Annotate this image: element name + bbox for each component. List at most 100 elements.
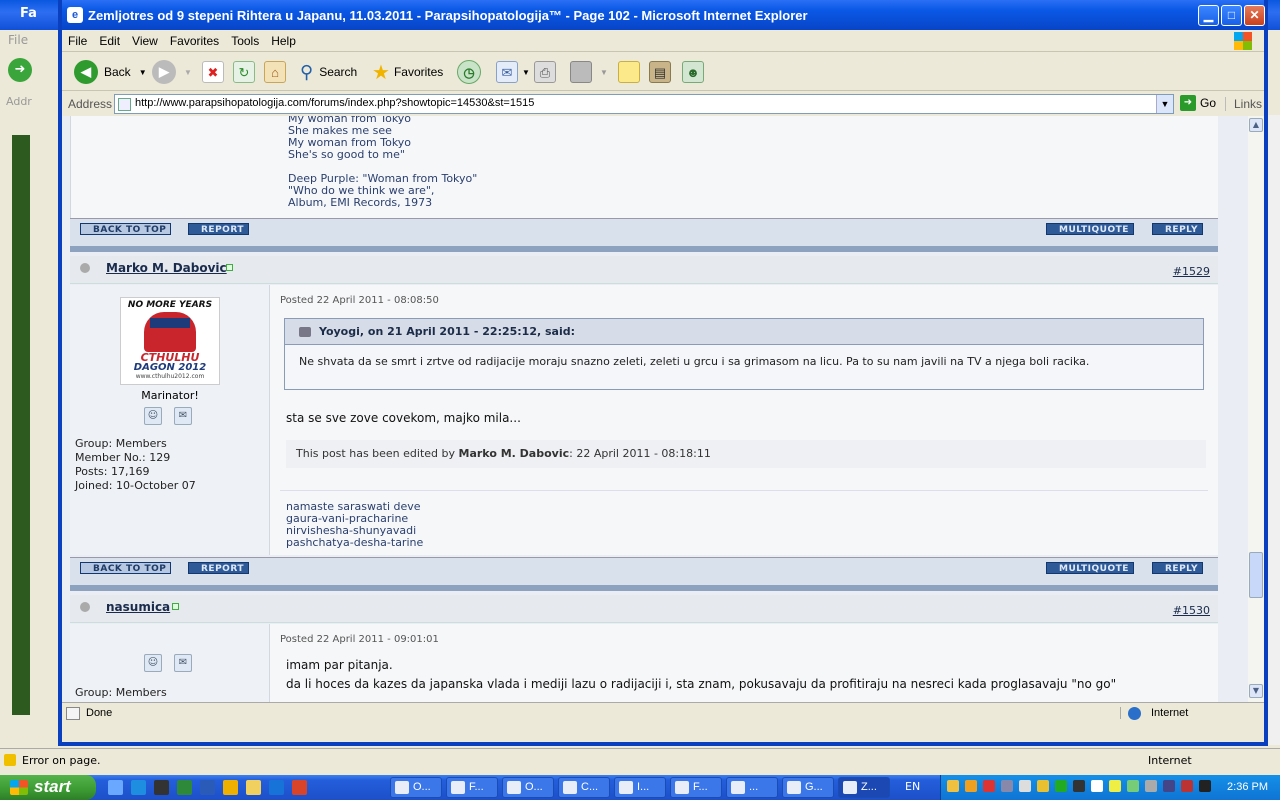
address-input[interactable]: http://www.parapsihopatologija.com/forum… xyxy=(114,94,1174,114)
post-number-link[interactable]: #1530 xyxy=(1173,604,1210,617)
tray-network-icon[interactable] xyxy=(1001,780,1013,792)
quicklaunch-desktop-icon[interactable] xyxy=(108,780,123,795)
edit-dropdown-icon[interactable]: ▼ xyxy=(600,68,608,77)
menu-favorites[interactable]: Favorites xyxy=(164,30,225,48)
tray-app-icon[interactable] xyxy=(1181,780,1193,792)
stop-button[interactable]: ✖ xyxy=(202,59,224,85)
tray-alert-icon[interactable] xyxy=(983,780,995,792)
links-button[interactable]: Links xyxy=(1225,97,1262,111)
tray-device-icon[interactable] xyxy=(1019,780,1031,792)
reply-button[interactable]: REPLY xyxy=(1152,223,1204,235)
go-button[interactable]: ➜ Go xyxy=(1180,95,1216,111)
maximize-button[interactable]: □ xyxy=(1221,5,1242,26)
multiquote-button[interactable]: MULTIQUOTE xyxy=(1046,562,1134,574)
menu-tools[interactable]: Tools xyxy=(225,30,265,48)
tray-antivirus-icon[interactable] xyxy=(1199,780,1211,792)
discuss-button[interactable] xyxy=(618,59,640,85)
home-button[interactable]: ⌂ xyxy=(264,59,286,85)
system-tray: EN 2:36 PM xyxy=(905,775,1280,800)
back-dropdown-icon[interactable]: ▼ xyxy=(139,68,147,77)
quicklaunch-folder-icon[interactable] xyxy=(246,780,261,795)
task-button-active[interactable]: Z... xyxy=(838,777,890,798)
menu-help[interactable]: Help xyxy=(265,30,302,48)
background-menu[interactable]: File xyxy=(0,30,60,50)
close-button[interactable]: ✕ xyxy=(1244,5,1265,26)
tray-monitor-icon[interactable] xyxy=(1163,780,1175,792)
back-button[interactable]: ◀ Back ▼ xyxy=(74,59,147,85)
post-number-link[interactable]: #1529 xyxy=(1173,265,1210,278)
edit-author: Marko M. Dabovic xyxy=(458,447,570,460)
favorites-button[interactable]: ★ Favorites xyxy=(372,59,443,85)
post-line: imam par pitanja. xyxy=(286,658,393,672)
quicklaunch-ie-icon[interactable] xyxy=(131,780,146,795)
task-button[interactable]: I... xyxy=(614,777,666,798)
post-author-link[interactable]: Marko M. Dabovic xyxy=(106,261,227,275)
message-icon[interactable]: ✉ xyxy=(174,407,192,425)
task-button[interactable]: O... xyxy=(390,777,442,798)
menu-view[interactable]: View xyxy=(126,30,164,48)
scroll-up-icon[interactable]: ▲ xyxy=(1249,118,1263,132)
quicklaunch-excel-icon[interactable] xyxy=(177,780,192,795)
tray-volume-icon[interactable] xyxy=(1145,780,1157,792)
minimize-button[interactable]: ▁ xyxy=(1198,5,1219,26)
add-contact-icon[interactable]: ☺ xyxy=(144,654,162,672)
address-dropdown-icon[interactable]: ▼ xyxy=(1156,95,1173,113)
report-button[interactable]: REPORT xyxy=(188,562,249,574)
tray-battery-icon[interactable] xyxy=(1127,780,1139,792)
tray-info-icon[interactable] xyxy=(1091,780,1103,792)
refresh-button[interactable]: ↻ xyxy=(233,59,255,85)
tray-mail-icon[interactable] xyxy=(947,780,959,792)
quicklaunch-cmd-icon[interactable] xyxy=(154,780,169,795)
task-button[interactable]: F... xyxy=(446,777,498,798)
tray-messenger-icon[interactable] xyxy=(965,780,977,792)
forward-dropdown-icon[interactable]: ▼ xyxy=(184,68,192,77)
reply-button[interactable]: REPLY xyxy=(1152,562,1204,574)
history-button[interactable]: ◷ xyxy=(457,59,481,85)
add-contact-icon[interactable]: ☺ xyxy=(144,407,162,425)
scroll-thumb[interactable] xyxy=(1249,552,1263,598)
quicklaunch-word-icon[interactable] xyxy=(200,780,215,795)
mail-button[interactable]: ✉ ▼ xyxy=(496,59,530,85)
report-button[interactable]: REPORT xyxy=(188,223,249,235)
edit-button[interactable]: ▼ xyxy=(570,59,608,85)
title-bar[interactable]: e Zemljotres od 9 stepeni Rihtera u Japa… xyxy=(62,0,1265,30)
post-author-link[interactable]: nasumica xyxy=(106,600,170,614)
elephant-stars xyxy=(150,318,190,328)
print-button[interactable]: ⎙ xyxy=(534,59,556,85)
background-back-icon[interactable]: ➜ xyxy=(8,58,32,82)
tray-yellow-icon[interactable] xyxy=(1109,780,1121,792)
start-button[interactable]: start xyxy=(0,775,96,800)
vertical-scrollbar[interactable]: ▲ ▼ xyxy=(1248,116,1264,702)
tray-dark-icon[interactable] xyxy=(1073,780,1085,792)
tray-shield-icon[interactable] xyxy=(1037,780,1049,792)
menu-file[interactable]: File xyxy=(62,30,93,48)
background-address: Addr xyxy=(0,92,60,112)
search-button[interactable]: ⚲ Search xyxy=(300,59,357,85)
quicklaunch-messenger-icon[interactable] xyxy=(223,780,238,795)
quicklaunch-media-icon[interactable] xyxy=(269,780,284,795)
clock[interactable]: 2:36 PM xyxy=(1227,781,1268,793)
task-button[interactable]: O... xyxy=(502,777,554,798)
menu-edit[interactable]: Edit xyxy=(93,30,126,48)
task-button[interactable]: C... xyxy=(558,777,610,798)
language-indicator[interactable]: EN xyxy=(905,780,920,793)
user-avatar[interactable]: NO MORE YEARS CTHULHU DAGON 2012 www.cth… xyxy=(120,297,220,385)
back-to-top-button[interactable]: BACK TO TOP xyxy=(80,223,172,235)
messenger-button[interactable]: ☻ xyxy=(682,59,704,85)
message-icon[interactable]: ✉ xyxy=(174,654,192,672)
tray-green-icon[interactable] xyxy=(1055,780,1067,792)
scroll-down-icon[interactable]: ▼ xyxy=(1249,684,1263,698)
back-to-top-button[interactable]: BACK TO TOP xyxy=(80,562,172,574)
research-button[interactable]: ▤ xyxy=(649,59,671,85)
mail-dropdown-icon[interactable]: ▼ xyxy=(522,68,530,77)
background-menu-file[interactable]: File xyxy=(8,33,28,47)
forward-button[interactable]: ▶ ▼ xyxy=(152,59,192,85)
warning-icon[interactable] xyxy=(4,754,16,766)
task-button[interactable]: F... xyxy=(670,777,722,798)
multiquote-button[interactable]: MULTIQUOTE xyxy=(1046,223,1134,235)
quicklaunch-app-icon[interactable] xyxy=(292,780,307,795)
ie-window: e Zemljotres od 9 stepeni Rihtera u Japa… xyxy=(58,0,1268,746)
task-button[interactable]: ... xyxy=(726,777,778,798)
post-content: Posted 22 April 2011 - 08:08:50 Yoyogi, … xyxy=(270,285,1218,555)
task-button[interactable]: G... xyxy=(782,777,834,798)
